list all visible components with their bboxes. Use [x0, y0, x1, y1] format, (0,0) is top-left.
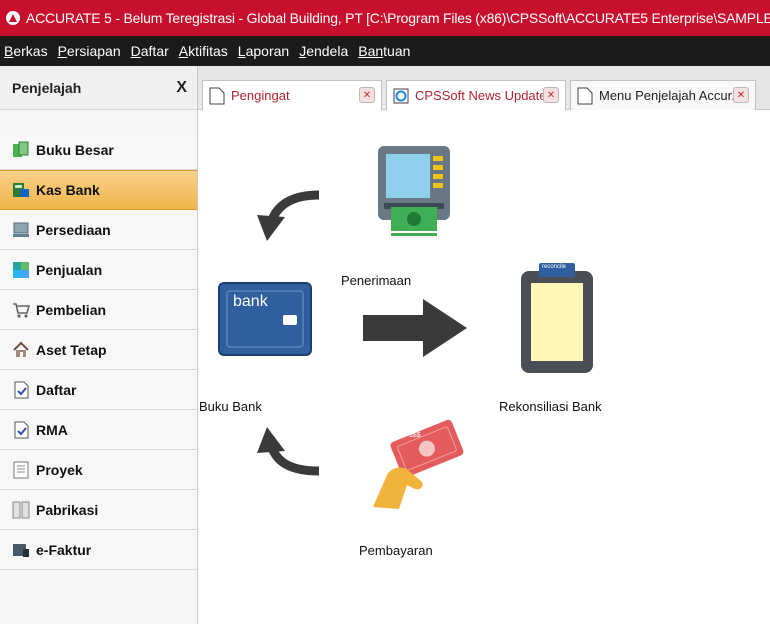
browser-icon	[393, 88, 409, 103]
tab-close-icon[interactable]: ✕	[543, 87, 559, 103]
sidebar-item-e-faktur[interactable]: e-Faktur	[0, 530, 197, 570]
penerimaan-atm-icon[interactable]	[375, 143, 453, 247]
curved-arrow-icon	[257, 427, 320, 476]
sidebar-item-buku-besar[interactable]: Buku Besar	[0, 130, 197, 170]
bank-card-text: bank	[233, 293, 268, 310]
document-icon	[577, 87, 593, 104]
sidebar-item-daftar[interactable]: Daftar	[0, 370, 197, 410]
rekonsiliasi-label: Rekonsiliasi Bank	[499, 399, 602, 414]
menu-bar: Berkas Persiapan Daftar Aktifitas Lapora…	[0, 36, 770, 66]
right-arrow-icon	[363, 299, 467, 357]
buku-bank-label: Buku Bank	[199, 399, 262, 414]
menu-laporan[interactable]: Laporan	[238, 43, 289, 59]
reconcile-tag-text: reconcile	[542, 264, 567, 270]
sidebar-item-rma[interactable]: RMA	[0, 410, 197, 450]
tab-bar: Pengingat ✕ CPSSoft News Update ✕ Menu P…	[198, 66, 770, 110]
cash-bank-icon	[12, 181, 30, 199]
menu-berkas[interactable]: Berkas	[4, 43, 48, 59]
tab-cpssoft-news[interactable]: CPSSoft News Update ✕	[386, 80, 566, 110]
sidebar-item-persediaan[interactable]: Persediaan	[0, 210, 197, 250]
menu-aktifitas[interactable]: Aktifitas	[179, 43, 228, 59]
rekonsiliasi-clipboard-icon[interactable]	[517, 261, 597, 377]
document-icon	[209, 87, 225, 104]
factory-icon	[12, 501, 30, 519]
project-icon	[12, 461, 30, 479]
kas-bank-flow-canvas: Penerimaan bank Buku Bank reconcile Reko…	[199, 111, 770, 624]
title-bar: ACCURATE 5 - Belum Teregistrasi - Global…	[0, 0, 770, 36]
tab-menu-penjelajah[interactable]: Menu Penjelajah Accur... ✕	[570, 80, 756, 110]
menu-persiapan[interactable]: Persiapan	[58, 43, 121, 59]
house-icon	[12, 341, 30, 359]
cart-icon	[12, 301, 30, 319]
sidebar-item-pembelian[interactable]: Pembelian	[0, 290, 197, 330]
menu-daftar[interactable]: Daftar	[131, 43, 169, 59]
menu-jendela[interactable]: Jendela	[299, 43, 348, 59]
accurate-logo-icon	[6, 11, 20, 25]
tab-close-icon[interactable]: ✕	[733, 87, 749, 103]
inventory-icon	[12, 221, 30, 239]
sidebar-header: Penjelajah X	[0, 66, 197, 110]
ledger-icon	[12, 141, 30, 159]
efaktur-icon	[12, 541, 30, 559]
tab-close-icon[interactable]: ✕	[359, 87, 375, 103]
sidebar-item-aset-tetap[interactable]: Aset Tetap	[0, 330, 197, 370]
explorer-sidebar: Penjelajah X Buku Besar Kas Bank Persedi…	[0, 66, 198, 624]
curved-arrow-icon	[257, 190, 320, 241]
sidebar-close-button[interactable]: X	[176, 79, 187, 97]
money-text: $$$	[409, 432, 421, 439]
sidebar-title: Penjelajah	[12, 79, 82, 96]
sidebar-item-proyek[interactable]: Proyek	[0, 450, 197, 490]
sidebar-item-pabrikasi[interactable]: Pabrikasi	[0, 490, 197, 530]
rma-icon	[12, 421, 30, 439]
module-list: Buku Besar Kas Bank Persediaan Penjualan…	[0, 130, 197, 570]
list-icon	[12, 381, 30, 399]
penerimaan-label: Penerimaan	[341, 273, 412, 288]
window-title: ACCURATE 5 - Belum Teregistrasi - Global…	[26, 10, 770, 26]
sidebar-item-penjualan[interactable]: Penjualan	[0, 250, 197, 290]
sales-icon	[12, 261, 30, 279]
pembayaran-label: Pembayaran	[359, 543, 433, 558]
tab-pengingat[interactable]: Pengingat ✕	[202, 80, 382, 110]
pembayaran-hand-money-icon[interactable]	[369, 411, 469, 515]
menu-bantuan[interactable]: Bantuan	[358, 43, 410, 59]
sidebar-item-kas-bank[interactable]: Kas Bank	[0, 170, 197, 210]
